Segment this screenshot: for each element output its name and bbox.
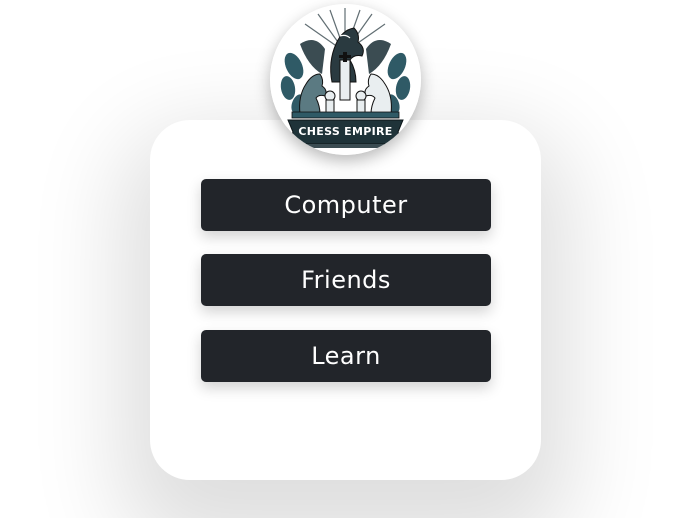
app-stage: CHESS EMPIRE Computer Friends Learn [0, 0, 691, 518]
learn-button[interactable]: Learn [201, 330, 491, 382]
friends-button[interactable]: Friends [201, 254, 491, 306]
logo-wordmark: CHESS EMPIRE [298, 125, 393, 138]
chess-empire-logo: CHESS EMPIRE [270, 4, 421, 155]
computer-button[interactable]: Computer [201, 179, 491, 231]
